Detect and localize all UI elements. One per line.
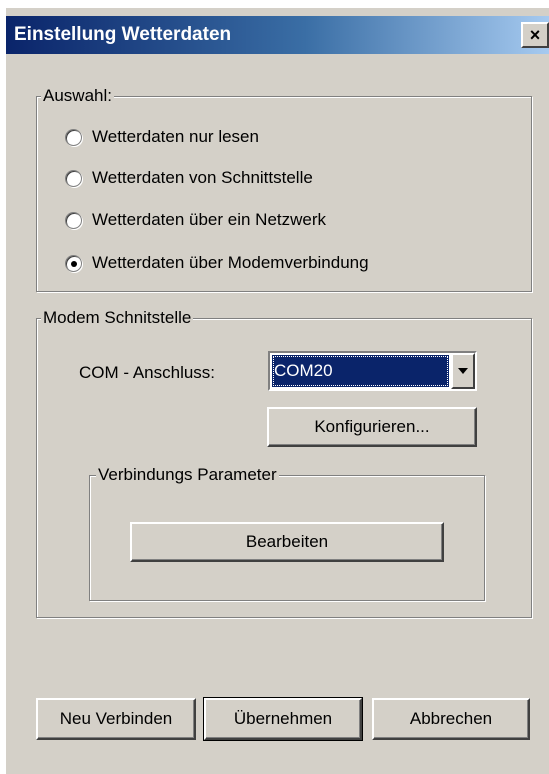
cancel-button[interactable]: Abbrechen xyxy=(372,698,530,740)
window-title: Einstellung Wetterdaten xyxy=(14,24,232,45)
chevron-down-icon xyxy=(458,368,468,374)
dropdown-button[interactable] xyxy=(451,353,475,389)
close-icon: × xyxy=(529,24,541,45)
dialog-window: Einstellung Wetterdaten × Auswahl: Wette… xyxy=(6,8,549,774)
modem-group: Modem Schnitstelle COM - Anschluss: COM2… xyxy=(36,308,532,618)
edit-button[interactable]: Bearbeiten xyxy=(130,522,444,562)
radio-button[interactable] xyxy=(65,169,82,187)
radio-option-read-only[interactable]: Wetterdaten nur lesen xyxy=(65,125,259,149)
radio-option-modem[interactable]: Wetterdaten über Modemverbindung xyxy=(65,251,369,275)
apply-button[interactable]: Übernehmen xyxy=(203,697,363,741)
radio-option-network[interactable]: Wetterdaten über ein Netzwerk xyxy=(65,208,326,232)
radio-label: Wetterdaten über ein Netzwerk xyxy=(92,210,327,229)
com-port-value: COM20 xyxy=(272,355,449,387)
radio-button[interactable] xyxy=(65,211,82,229)
title-bar[interactable]: Einstellung Wetterdaten × xyxy=(6,16,549,54)
radio-option-interface[interactable]: Wetterdaten von Schnittstelle xyxy=(65,166,313,190)
com-port-select[interactable]: COM20 xyxy=(268,351,477,391)
connection-params-legend: Verbindungs Parameter xyxy=(96,465,279,485)
radio-button[interactable] xyxy=(65,128,82,146)
com-port-label: COM - Anschluss: xyxy=(79,363,216,382)
modem-legend: Modem Schnitstelle xyxy=(41,308,194,328)
radio-label: Wetterdaten nur lesen xyxy=(92,127,259,146)
auswahl-legend: Auswahl: xyxy=(41,86,114,106)
radio-label: Wetterdaten von Schnittstelle xyxy=(92,168,313,187)
close-button[interactable]: × xyxy=(521,22,549,48)
radio-button-selected[interactable] xyxy=(65,254,82,272)
auswahl-group: Auswahl: Wetterdaten nur lesen Wetterdat… xyxy=(36,86,532,292)
connection-params-group: Verbindungs Parameter Bearbeiten xyxy=(89,465,485,601)
reconnect-button[interactable]: Neu Verbinden xyxy=(36,698,196,740)
configure-button[interactable]: Konfigurieren... xyxy=(267,407,477,447)
radio-label: Wetterdaten über Modemverbindung xyxy=(92,253,369,272)
